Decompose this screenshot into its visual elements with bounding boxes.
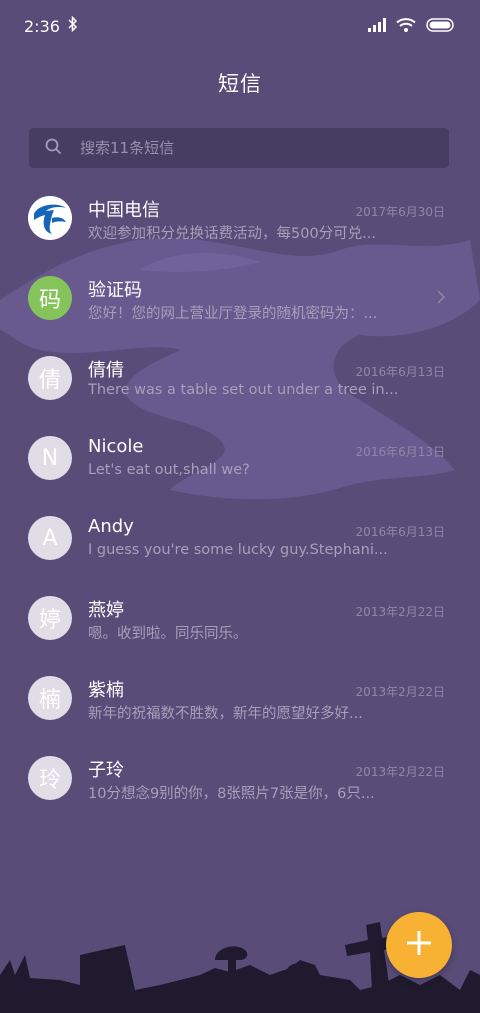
avatar: N <box>28 436 72 480</box>
bluetooth-icon <box>68 15 78 36</box>
message-preview: I guess you're some lucky guy.Stephani..… <box>88 542 388 558</box>
avatar: 婷 <box>28 596 72 640</box>
contact-name: 子玲 <box>88 760 124 781</box>
contact-name: Andy <box>88 516 134 537</box>
battery-icon <box>426 17 456 36</box>
avatar: 玲 <box>28 756 72 800</box>
contact-name: 倩倩 <box>88 360 124 381</box>
conversation-item[interactable]: A Andy I guess you're some lucky guy.Ste… <box>0 497 480 577</box>
contact-name: 中国电信 <box>88 200 160 221</box>
conversation-item[interactable]: 中国电信 欢迎参加积分兑换话费活动，每500分可兑... 2017年6月30日 <box>0 177 480 257</box>
page-title: 短信 <box>218 72 262 96</box>
conversation-item[interactable]: 码 验证码 您好！您的网上营业厅登录的随机密码为：... <box>0 257 480 337</box>
conversation-item[interactable]: 楠 紫楠 新年的祝福数不胜数，新年的愿望好多好... 2013年2月22日 <box>0 657 480 737</box>
message-date: 2017年6月30日 <box>355 205 445 219</box>
plus-icon <box>405 929 433 961</box>
message-preview: 您好！您的网上营业厅登录的随机密码为：... <box>88 306 378 322</box>
wifi-icon <box>396 17 416 36</box>
message-preview: Let's eat out,shall we? <box>88 462 250 478</box>
avatar: 倩 <box>28 356 72 400</box>
status-bar: 2:36 <box>0 0 480 52</box>
chevron-right-icon[interactable] <box>436 289 446 309</box>
message-preview: 新年的祝福数不胜数，新年的愿望好多好... <box>88 706 363 722</box>
conversation-list: 中国电信 欢迎参加积分兑换话费活动，每500分可兑... 2017年6月30日 … <box>0 177 480 817</box>
search-icon <box>45 138 62 159</box>
contact-name: 紫楠 <box>88 680 124 701</box>
contact-name: 验证码 <box>88 280 142 301</box>
avatar: 楠 <box>28 676 72 720</box>
message-preview: There was a table set out under a tree i… <box>88 382 398 398</box>
conversation-item[interactable]: 婷 燕婷 嗯。收到啦。同乐同乐。 2013年2月22日 <box>0 577 480 657</box>
message-date: 2016年6月13日 <box>355 525 445 539</box>
avatar: A <box>28 516 72 560</box>
china-telecom-logo-avatar <box>28 196 72 240</box>
avatar: 码 <box>28 276 72 320</box>
status-time: 2:36 <box>24 16 60 36</box>
contact-name: 燕婷 <box>88 600 124 621</box>
message-preview: 欢迎参加积分兑换话费活动，每500分可兑... <box>88 226 377 242</box>
message-date: 2013年2月22日 <box>355 685 445 699</box>
conversation-item[interactable]: 玲 子玲 10分想念9别的你，8张照片7张是你，6只... 2013年2月22日 <box>0 737 480 817</box>
message-date: 2013年2月22日 <box>355 605 445 619</box>
contact-name: Nicole <box>88 436 144 457</box>
search-input[interactable] <box>78 138 402 158</box>
message-date: 2016年6月13日 <box>355 365 445 379</box>
search-bar[interactable] <box>29 128 449 168</box>
message-preview: 嗯。收到啦。同乐同乐。 <box>88 626 248 642</box>
conversation-item[interactable]: 倩 倩倩 There was a table set out under a t… <box>0 337 480 417</box>
message-preview: 10分想念9别的你，8张照片7张是你，6只... <box>88 786 375 802</box>
message-date: 2016年6月13日 <box>355 445 445 459</box>
message-date: 2013年2月22日 <box>355 765 445 779</box>
new-message-button[interactable] <box>386 912 452 978</box>
signal-icon <box>368 17 386 36</box>
conversation-item[interactable]: N Nicole Let's eat out,shall we? 2016年6月… <box>0 417 480 497</box>
